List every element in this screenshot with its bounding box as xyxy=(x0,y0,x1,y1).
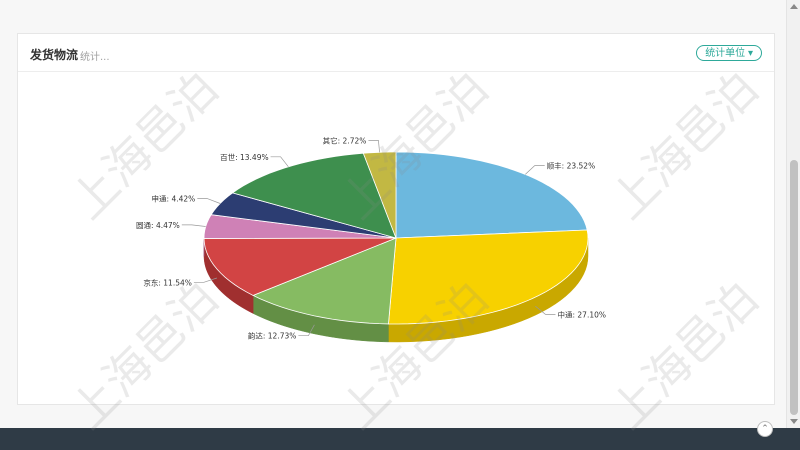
label-leader-line xyxy=(270,156,289,168)
back-to-top-icon[interactable]: ⌃ xyxy=(757,421,773,437)
slice-label: 百世: 13.49% xyxy=(220,152,269,162)
pie-chart: 顺丰: 23.52% 中通: 27.10% 韵达: 12.73% 京东: 11.54%… xyxy=(136,135,607,343)
slice-label: 顺丰: 23.52% xyxy=(547,161,596,171)
label-leader-line xyxy=(368,140,380,153)
label-leader-line xyxy=(181,224,206,227)
slice-label: 申通: 4.42% xyxy=(152,194,196,204)
scroll-down-arrow-icon[interactable] xyxy=(790,419,798,424)
slice-label: 中通: 27.10% xyxy=(558,309,607,319)
scroll-up-arrow-icon[interactable] xyxy=(790,4,798,9)
footer-bar xyxy=(0,428,800,450)
slice-label: 圆通: 4.47% xyxy=(136,220,180,230)
slice-label: 其它: 2.72% xyxy=(323,135,367,145)
scrollbar-thumb[interactable] xyxy=(790,160,798,415)
slice-label: 京东: 11.54% xyxy=(143,277,192,287)
label-leader-line xyxy=(525,165,545,175)
slice-label: 韵达: 12.73% xyxy=(248,331,297,341)
vertical-scrollbar[interactable] xyxy=(786,0,800,428)
page-background: 发货物流 统计... 统计单位 ▾ 顺丰: 23.52% 中通: 27.10% 韵达… xyxy=(0,0,800,450)
label-leader-line xyxy=(197,198,221,204)
pie-tops xyxy=(203,151,589,325)
